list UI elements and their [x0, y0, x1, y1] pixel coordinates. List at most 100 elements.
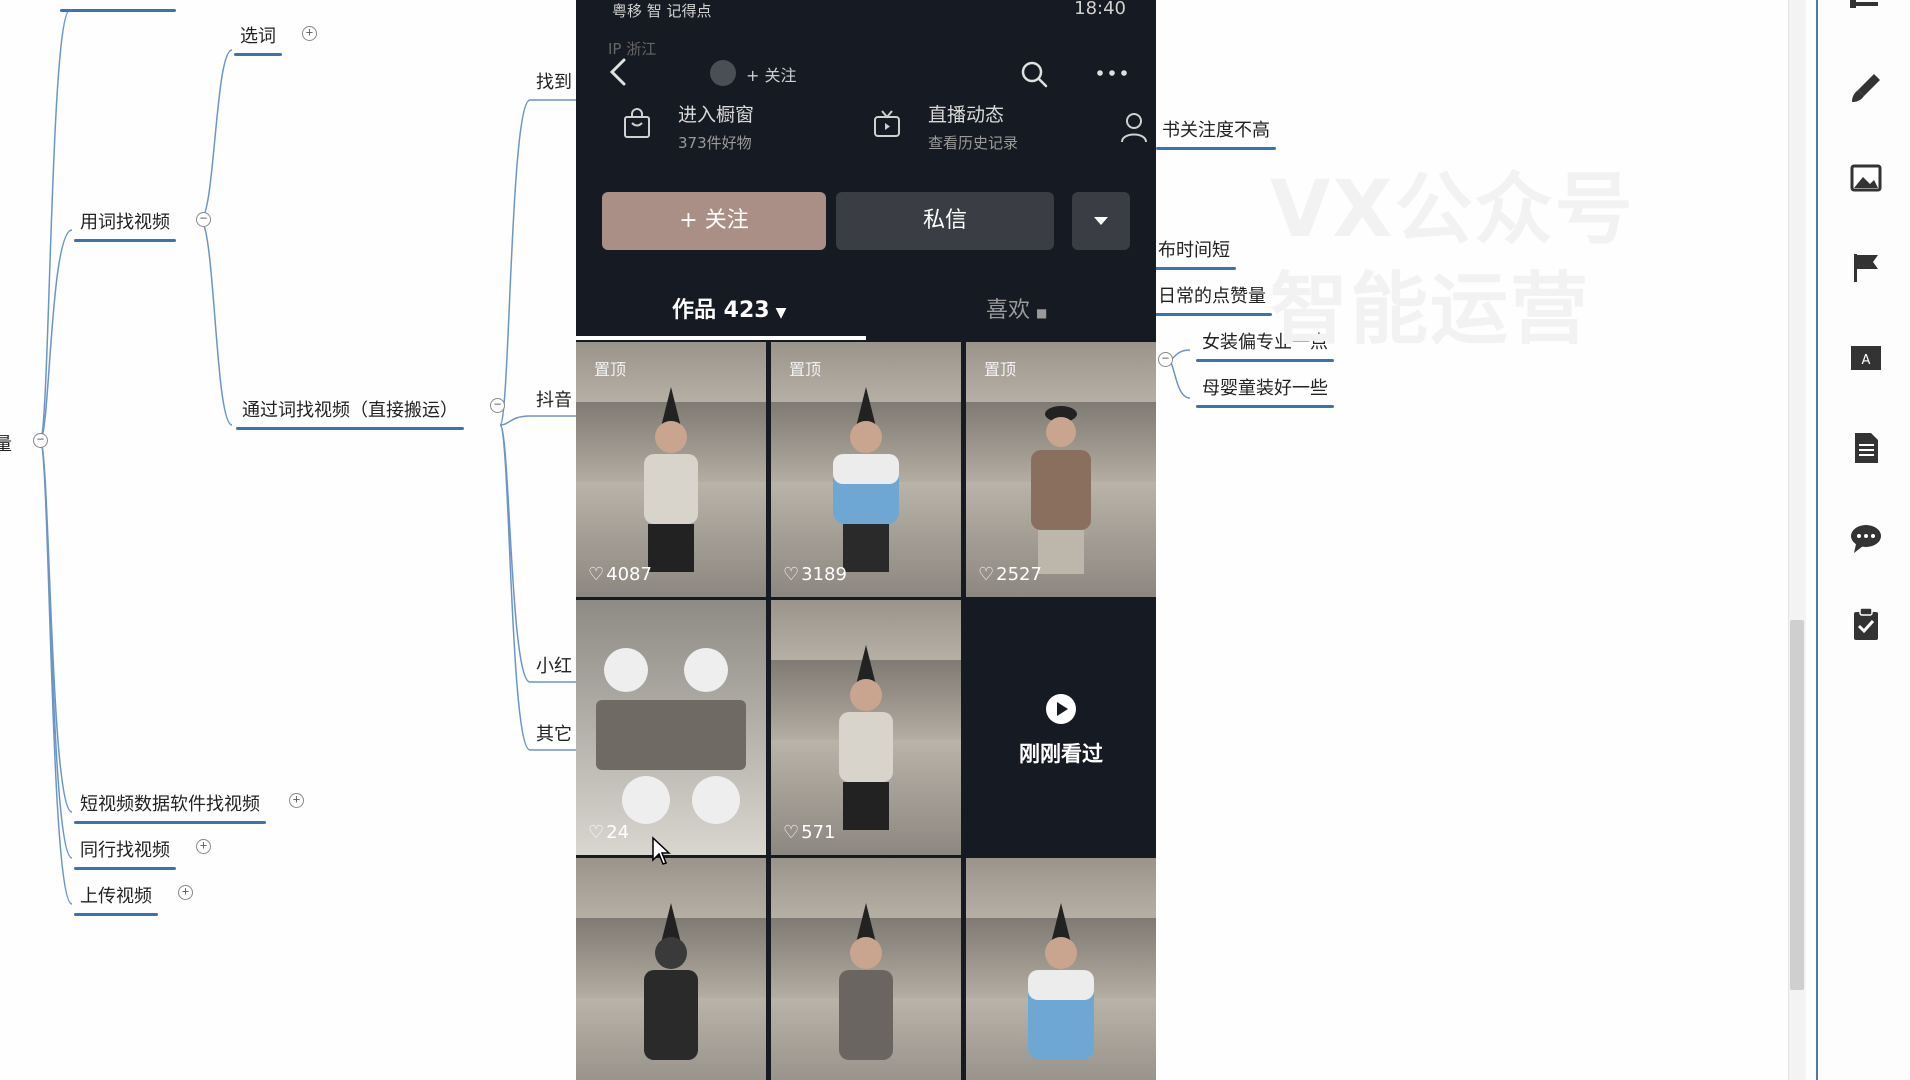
video-thumbnail[interactable] [771, 858, 961, 1080]
more-dropdown-button[interactable] [1072, 192, 1130, 250]
scrollbar-thumb[interactable] [1790, 620, 1804, 990]
chevron-down-icon [1094, 217, 1108, 225]
heart-icon: ♡ [978, 564, 995, 585]
watermark: VX公众号 智能运营 [1270, 160, 1635, 360]
node-peer-find[interactable]: 同行找视频 [74, 836, 176, 870]
watermark-line1: VX公众号 [1270, 165, 1635, 255]
follow-button[interactable]: + 关注 [602, 192, 826, 250]
node-daily-likes[interactable]: 日常的点赞量 [1152, 282, 1272, 316]
node-find-by-word-label: 用词找视频 [80, 212, 170, 233]
tab-works[interactable]: 作品 423 ▼ [672, 292, 786, 324]
just-watched-tile[interactable]: 刚刚看过 [966, 600, 1156, 855]
tab-indicator [576, 336, 866, 340]
node-baby-better[interactable]: 母婴童装好一些 [1196, 374, 1334, 408]
collapse-toggle-icon[interactable]: − [490, 398, 505, 413]
video-thumbnail[interactable]: ♡ 571 [771, 600, 961, 855]
node-baby-better-label: 母婴童装好一些 [1202, 378, 1328, 399]
video-likes-count: 24 [606, 822, 630, 843]
node-other-partial[interactable]: 其它 [536, 720, 572, 746]
node-upload-video-label: 上传视频 [80, 886, 152, 907]
avatar[interactable] [710, 60, 736, 86]
shop-subtitle: 373件好物 [678, 134, 752, 152]
svg-text:A: A [1862, 353, 1871, 368]
top-nav: + 关注 [576, 48, 1156, 98]
video-thumbnail[interactable] [576, 858, 766, 1080]
expand-toggle-icon[interactable]: + [196, 839, 211, 854]
mouse-cursor-icon [652, 836, 671, 865]
node-publish-time-short[interactable]: 布时间短 [1152, 236, 1236, 270]
shopping-bag-icon [624, 108, 650, 138]
video-thumbnail[interactable]: 置顶 ♡ 4087 [576, 342, 766, 597]
right-toolbar: A [1816, 0, 1910, 1080]
node-short-video-software-label: 短视频数据软件找视频 [80, 794, 260, 815]
paint-brush-icon[interactable] [1848, 70, 1884, 106]
pinned-badge: 置顶 [984, 360, 1017, 379]
pinned-badge: 置顶 [789, 360, 822, 379]
back-icon[interactable] [604, 52, 634, 92]
node-upload-video[interactable]: 上传视频 [74, 882, 158, 916]
flag-icon[interactable] [1848, 250, 1884, 286]
expand-toggle-icon[interactable]: + [178, 885, 193, 900]
node-xhs-attention-low-label: 书关注度不高 [1162, 120, 1270, 141]
collapse-toggle-icon[interactable]: − [196, 212, 211, 227]
node-douyin-partial[interactable]: 抖音 [536, 386, 572, 412]
node-choose-word[interactable]: 选词 [234, 22, 282, 56]
node-xhs-attention-low[interactable]: 书关注度不高 [1156, 116, 1276, 150]
lock-icon: ■ [1036, 306, 1048, 320]
node-publish-time-short-label: 布时间短 [1158, 240, 1230, 261]
node-find-by-word[interactable]: 用词找视频 [74, 208, 176, 242]
node-daily-likes-label: 日常的点赞量 [1158, 286, 1266, 307]
watermark-line2: 智能运营 [1270, 265, 1591, 355]
node-find-partial[interactable]: 找到 [536, 68, 572, 94]
heart-icon: ♡ [783, 564, 800, 585]
collapse-toggle-icon[interactable]: − [33, 433, 48, 448]
node-xiaohongshu-partial[interactable]: 小红 [536, 652, 572, 678]
image-icon[interactable] [1848, 160, 1884, 196]
root-node-partial[interactable]: 量 [0, 430, 12, 456]
collapse-toggle-icon[interactable]: − [1158, 352, 1173, 367]
search-icon[interactable] [1018, 58, 1050, 90]
thumbnail-image [839, 645, 893, 830]
play-icon [1046, 694, 1076, 724]
video-likes-count: 4087 [606, 564, 652, 585]
chat-icon[interactable] [1848, 520, 1884, 556]
video-thumbnail[interactable]: ♡ 24 [576, 600, 766, 855]
node-find-partial-label: 找到 [536, 72, 572, 93]
video-likes: ♡ 4087 [588, 564, 652, 585]
video-likes: ♡ 2527 [978, 564, 1042, 585]
node-find-by-word-direct[interactable]: 通过词找视频（直接搬运） [236, 396, 464, 430]
thumbnail-image [833, 387, 899, 572]
top-branch-partial[interactable] [60, 0, 176, 12]
clipboard-icon[interactable] [1848, 606, 1884, 642]
thumbnail-image [596, 648, 746, 824]
expand-toggle-icon[interactable]: + [302, 26, 317, 41]
font-icon[interactable]: A [1848, 340, 1884, 376]
shop-title: 进入橱窗 [678, 104, 755, 126]
heart-icon: ♡ [783, 822, 800, 843]
minus-icon[interactable] [1848, 0, 1884, 36]
video-likes-count: 571 [801, 822, 836, 843]
tab-likes[interactable]: 喜欢 ■ [986, 292, 1047, 324]
thumbnail-image [1031, 406, 1091, 574]
video-thumbnail[interactable] [966, 858, 1156, 1080]
video-thumbnail[interactable]: 置顶 ♡ 3189 [771, 342, 961, 597]
heart-icon: ♡ [588, 822, 605, 843]
nav-follow-button[interactable]: + 关注 [746, 62, 797, 86]
node-xiaohongshu-partial-label: 小红 [536, 656, 572, 677]
video-likes-count: 3189 [801, 564, 847, 585]
video-thumbnail[interactable]: 置顶 ♡ 2527 [966, 342, 1156, 597]
live-history-entry[interactable]: 直播动态 查看历史记录 [872, 96, 1072, 156]
thumbnail-image [1028, 903, 1094, 1060]
more-icon[interactable] [1092, 58, 1132, 88]
node-short-video-software[interactable]: 短视频数据软件找视频 [74, 790, 266, 824]
phone-screen: 粤移 智 记得点 18:40 IP 浙江 + 关注 进入橱窗 373件好物 直播… [576, 0, 1156, 1080]
user-icon[interactable] [1120, 110, 1156, 146]
shop-window-entry[interactable]: 进入橱窗 373件好物 [622, 96, 802, 156]
expand-toggle-icon[interactable]: + [289, 793, 304, 808]
message-button[interactable]: 私信 [836, 192, 1054, 250]
status-left-text: 粤移 智 记得点 [612, 2, 712, 20]
status-bar: 粤移 智 记得点 18:40 [576, 0, 1156, 22]
pinned-badge: 置顶 [594, 360, 627, 379]
document-icon[interactable] [1848, 430, 1884, 466]
thumbnail-image [644, 903, 698, 1060]
